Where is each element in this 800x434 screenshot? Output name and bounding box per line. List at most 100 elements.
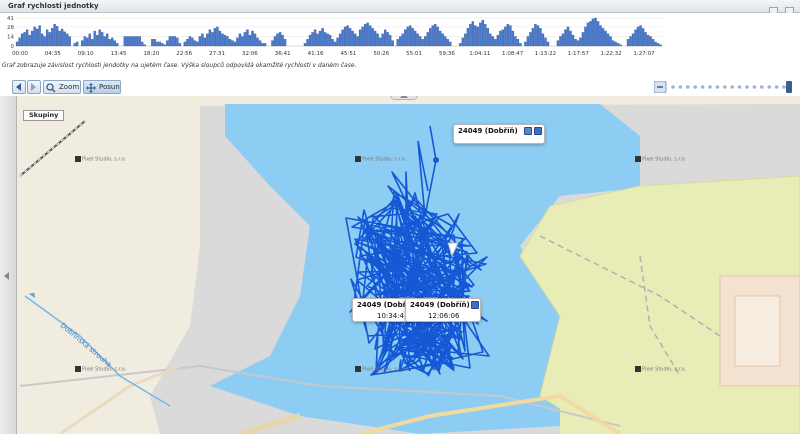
speed-bar bbox=[65, 33, 69, 47]
speed-bar bbox=[564, 29, 567, 47]
zoom-level-dot[interactable] bbox=[708, 85, 712, 89]
zoom-tool-button[interactable]: Zoom bbox=[43, 80, 81, 94]
zoom-level-dot[interactable] bbox=[745, 85, 749, 89]
collapse-chart-handle[interactable] bbox=[390, 96, 418, 100]
zoom-level-dot[interactable] bbox=[752, 85, 757, 89]
speed-bar bbox=[461, 37, 464, 47]
edit-icon[interactable] bbox=[524, 127, 532, 135]
studio-logo-icon bbox=[635, 156, 641, 162]
zoom-level-dot[interactable] bbox=[774, 85, 779, 89]
x-tick-label: 04:35 bbox=[45, 51, 61, 57]
zoom-level-dot[interactable] bbox=[686, 85, 690, 89]
history-back-button[interactable] bbox=[12, 80, 26, 94]
speed-bar bbox=[499, 30, 502, 47]
speed-bar bbox=[619, 44, 622, 47]
speed-bar bbox=[361, 26, 364, 47]
zoom-level-dot[interactable] bbox=[760, 85, 764, 89]
speed-bar bbox=[188, 36, 192, 47]
x-tick-label: 1:13:22 bbox=[535, 51, 556, 57]
y-tick-label: 0 bbox=[11, 44, 15, 50]
speed-bar bbox=[23, 32, 26, 47]
speed-bar bbox=[93, 30, 96, 47]
vehicle-tooltip[interactable]: 24049 (Dobříň) 12:06:06 bbox=[405, 298, 481, 322]
zoom-level-dot[interactable] bbox=[737, 85, 742, 89]
speed-bar bbox=[241, 36, 244, 47]
speed-bar bbox=[589, 21, 592, 47]
speed-bar bbox=[383, 29, 387, 47]
speed-bar bbox=[18, 37, 21, 47]
speed-bar bbox=[108, 39, 111, 47]
vehicle-tooltip[interactable]: 24049 (Dobří 10:34:4 bbox=[352, 298, 410, 322]
speed-bar bbox=[45, 29, 49, 47]
groups-button[interactable]: Skupiny bbox=[23, 110, 65, 121]
speed-bar bbox=[581, 32, 585, 47]
speed-bar bbox=[256, 37, 259, 47]
building bbox=[734, 295, 781, 367]
speed-bar bbox=[569, 30, 572, 47]
pan-tool-button[interactable]: Posun bbox=[83, 80, 121, 94]
speed-bar bbox=[318, 30, 322, 47]
speed-bar bbox=[311, 32, 314, 47]
speed-bar bbox=[484, 24, 487, 47]
zoom-level-dot[interactable] bbox=[700, 85, 705, 89]
close-icon[interactable] bbox=[534, 127, 542, 135]
speed-bar bbox=[40, 33, 44, 47]
speed-bar bbox=[471, 21, 475, 47]
close-icon[interactable] bbox=[471, 301, 479, 309]
speed-bar bbox=[58, 30, 61, 47]
speed-bar bbox=[33, 26, 36, 47]
speed-bar bbox=[494, 39, 497, 47]
speed-bar bbox=[614, 41, 617, 47]
history-forward-button[interactable] bbox=[27, 80, 41, 94]
vehicle-tooltip[interactable]: 24049 (Dobříň) bbox=[453, 124, 545, 144]
speed-bar bbox=[283, 39, 287, 47]
speed-bar bbox=[646, 34, 650, 47]
position-marker[interactable] bbox=[433, 157, 439, 163]
zoom-slider[interactable] bbox=[654, 81, 794, 93]
speed-bar bbox=[98, 29, 101, 47]
speed-bar bbox=[223, 34, 227, 47]
map-canvas[interactable]: Dobřínská strouha bbox=[0, 96, 800, 434]
map-view[interactable]: Dobřínská strouha Skupiny Pixel Studio, … bbox=[0, 96, 800, 434]
speed-bar bbox=[60, 28, 64, 47]
speed-bar bbox=[479, 22, 482, 47]
speed-bar bbox=[153, 39, 157, 47]
zoom-level-dot[interactable] bbox=[723, 85, 727, 89]
speed-bar bbox=[258, 40, 262, 47]
y-tick-label: 14 bbox=[7, 34, 14, 40]
zoom-level-dot[interactable] bbox=[730, 85, 734, 89]
speed-bar bbox=[213, 28, 217, 47]
left-side-panel[interactable] bbox=[0, 96, 17, 434]
speed-bar bbox=[143, 44, 147, 47]
speed-bar bbox=[341, 29, 344, 47]
speed-bar bbox=[278, 32, 282, 47]
speed-bar bbox=[83, 36, 86, 47]
speed-bar bbox=[91, 39, 94, 47]
stream-label: Dobřínská strouha bbox=[59, 321, 113, 368]
speed-bar bbox=[53, 24, 56, 47]
zoom-level-dot[interactable] bbox=[671, 85, 675, 89]
speed-bar bbox=[348, 28, 352, 47]
zoom-level-dot[interactable] bbox=[678, 85, 683, 89]
speed-bar bbox=[363, 24, 367, 47]
speed-bar bbox=[626, 39, 630, 47]
zoom-level-dot[interactable] bbox=[715, 85, 720, 89]
speed-bar bbox=[186, 39, 189, 47]
zoom-slider-handle[interactable] bbox=[786, 81, 792, 93]
zoom-level-dot[interactable] bbox=[767, 85, 771, 89]
speed-bar bbox=[644, 32, 647, 47]
speed-bar bbox=[536, 25, 540, 47]
zoom-level-dot[interactable] bbox=[782, 85, 786, 89]
zoom-level-dot[interactable] bbox=[693, 85, 697, 89]
zoom-levels[interactable] bbox=[671, 85, 786, 89]
speed-bar bbox=[491, 36, 495, 47]
speed-bar bbox=[539, 28, 542, 47]
speed-bar bbox=[506, 24, 510, 47]
speed-bar bbox=[631, 33, 635, 47]
expand-panel-icon[interactable] bbox=[4, 272, 10, 280]
speed-bar bbox=[406, 26, 409, 47]
speed-bar bbox=[238, 33, 242, 47]
panel-header: Graf rychlosti jednotky bbox=[0, 0, 800, 16]
speed-bar bbox=[63, 31, 66, 47]
x-tick-label: 1:08:47 bbox=[502, 51, 524, 57]
